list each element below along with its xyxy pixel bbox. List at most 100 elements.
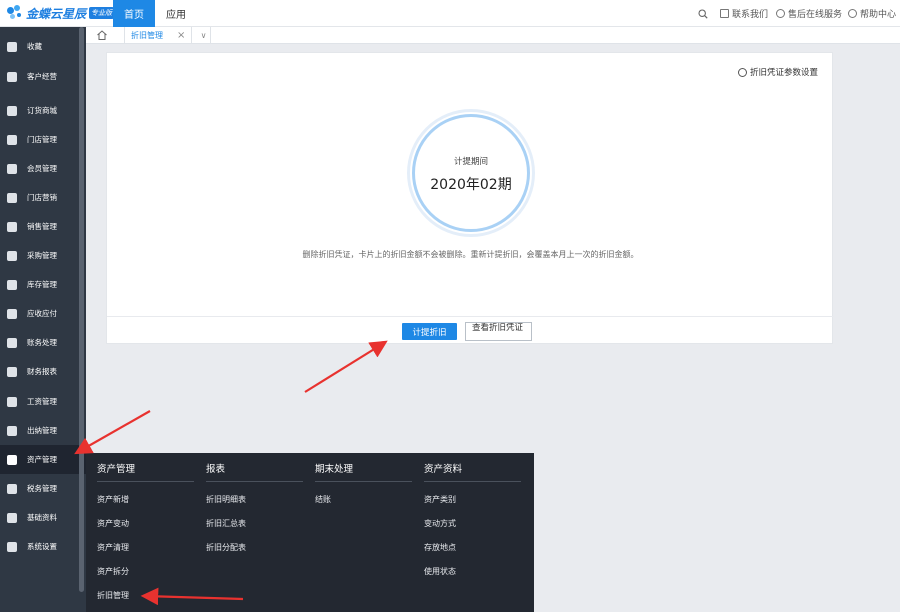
flyout-divider xyxy=(315,481,412,482)
box-icon xyxy=(7,279,17,290)
diamond-icon xyxy=(7,163,17,174)
gear-icon xyxy=(7,541,17,552)
sidebar-item-label: 采购管理 xyxy=(27,251,57,260)
sidebar-item-3[interactable]: 订货商城 xyxy=(0,96,79,125)
shop-icon xyxy=(7,105,17,116)
sidebar-item-10[interactable]: 应收应付 xyxy=(0,299,79,328)
flyout-menu-item[interactable]: 折旧分配表 xyxy=(206,542,246,553)
sidebar-item-1[interactable]: 收藏 xyxy=(0,32,79,61)
sidebar-item-17[interactable]: 基础资料 xyxy=(0,503,79,532)
asset-flyout-menu: 资产管理 资产新增 资产变动 资产清理 资产拆分 折旧管理 报表 折旧明细表 折旧汇总表 折旧分配… xyxy=(86,453,534,612)
sidebar-item-15[interactable]: 资产管理 xyxy=(0,445,86,474)
sidebar-item-label: 系统设置 xyxy=(27,542,57,551)
contact-label: 联系我们 xyxy=(732,10,769,20)
nav-app[interactable]: 应用 xyxy=(158,0,194,27)
tab-depreciation[interactable]: 折旧管理 × xyxy=(124,27,192,44)
message-icon xyxy=(720,9,729,18)
sidebar-item-8[interactable]: 采购管理 xyxy=(0,241,79,270)
sidebar-item-label: 订货商城 xyxy=(27,106,57,115)
sidebar-item-13[interactable]: 工资管理 xyxy=(0,387,79,416)
store-icon xyxy=(7,134,17,145)
flyout-menu-item[interactable]: 资产新增 xyxy=(97,494,129,505)
sidebar-item-6[interactable]: 门店营销 xyxy=(0,183,79,212)
sidebar-item-5[interactable]: 会员管理 xyxy=(0,154,79,183)
help-link[interactable]: 帮助中心 xyxy=(848,0,896,27)
flyout-column-header: 资产管理 xyxy=(97,464,136,475)
flyout-column-header: 期末处理 xyxy=(315,464,354,475)
sidebar-item-2[interactable]: 客户经营 xyxy=(0,62,79,91)
flyout-menu-item[interactable]: 使用状态 xyxy=(424,566,456,577)
cashier-icon xyxy=(7,425,17,436)
flyout-menu-item[interactable]: 资产类别 xyxy=(424,494,456,505)
flyout-menu-item[interactable]: 结账 xyxy=(315,494,331,505)
asset-icon xyxy=(7,454,17,465)
star-icon xyxy=(7,41,17,52)
sidebar-item-label: 账务处理 xyxy=(27,338,57,347)
sidebar-item-label: 库存管理 xyxy=(27,280,57,289)
sidebar-item-4[interactable]: 门店管理 xyxy=(0,125,79,154)
voucher-params-link[interactable]: 折旧凭证参数设置 xyxy=(737,66,818,78)
service-link[interactable]: 售后在线服务 xyxy=(776,0,842,27)
flyout-divider xyxy=(97,481,194,482)
sidebar-item-label: 门店营销 xyxy=(27,193,57,202)
sidebar-item-label: 税务管理 xyxy=(27,484,57,493)
ledger-icon xyxy=(7,337,17,348)
period-value: 2020年02期 xyxy=(430,177,512,193)
period-ring xyxy=(412,114,530,232)
calculate-depreciation-button[interactable]: 计提折旧 xyxy=(402,323,457,340)
flyout-menu-item[interactable]: 资产拆分 xyxy=(97,566,129,577)
flyout-divider xyxy=(206,481,303,482)
logo-text: 金蝶云星辰 xyxy=(26,6,87,21)
flyout-menu-item[interactable]: 变动方式 xyxy=(424,518,456,529)
flyout-menu-item[interactable]: 资产清理 xyxy=(97,542,129,553)
sidebar-item-label: 客户经营 xyxy=(27,72,57,81)
arrow-to-asset-menu xyxy=(74,410,151,455)
report-icon xyxy=(7,366,17,377)
sidebar-item-label: 收藏 xyxy=(27,42,42,51)
salary-icon xyxy=(7,396,17,407)
chevron-down-icon[interactable]: ∨ xyxy=(197,27,211,44)
period-label: 计提期间 xyxy=(453,157,488,167)
bar-chart-icon xyxy=(7,221,17,232)
sidebar-item-18[interactable]: 系统设置 xyxy=(0,532,79,561)
sidebar-item-16[interactable]: 税务管理 xyxy=(0,474,79,503)
gear-icon xyxy=(737,67,747,77)
flyout-menu-item[interactable]: 折旧汇总表 xyxy=(206,518,246,529)
contact-link[interactable]: 联系我们 xyxy=(720,0,768,27)
sidebar-item-label: 出纳管理 xyxy=(27,426,57,435)
butterfly-logo-icon xyxy=(6,4,24,22)
tax-icon xyxy=(7,483,17,494)
service-label: 售后在线服务 xyxy=(788,10,843,20)
sidebar-scrollbar[interactable] xyxy=(79,27,84,592)
flyout-menu-item[interactable]: 存放地点 xyxy=(424,542,456,553)
flyout-menu-item[interactable]: 折旧管理 xyxy=(97,590,129,601)
sidebar-item-14[interactable]: 出纳管理 xyxy=(0,416,79,445)
tab-bar: 折旧管理 × ∨ xyxy=(86,27,900,44)
sidebar-item-label: 基础资料 xyxy=(27,513,57,522)
tag-icon xyxy=(7,192,17,203)
help-label: 帮助中心 xyxy=(860,10,897,20)
view-voucher-button[interactable]: 查看折旧凭证 xyxy=(465,322,532,341)
nav-home[interactable]: 首页 xyxy=(113,0,155,27)
flyout-menu-item[interactable]: 资产变动 xyxy=(97,518,129,529)
sidebar-item-label: 财务报表 xyxy=(27,367,57,376)
edition-badge: 专业版 xyxy=(89,7,115,19)
flyout-divider xyxy=(424,481,521,482)
sidebar-item-label: 资产管理 xyxy=(27,455,57,464)
tab-label: 折旧管理 xyxy=(131,31,163,40)
help-icon xyxy=(848,9,857,18)
close-icon[interactable]: × xyxy=(177,30,185,41)
search-button[interactable] xyxy=(698,0,708,27)
sidebar-item-9[interactable]: 库存管理 xyxy=(0,270,79,299)
divider xyxy=(107,316,834,317)
headset-icon xyxy=(776,9,785,18)
top-bar: 金蝶云星辰 专业版 首页 应用 联系我们 售后在线服务 帮助中心 xyxy=(0,0,900,27)
sidebar-item-7[interactable]: 销售管理 xyxy=(0,212,79,241)
sidebar-item-12[interactable]: 财务报表 xyxy=(0,357,79,386)
home-icon[interactable] xyxy=(96,29,108,41)
search-icon xyxy=(698,8,708,19)
sidebar-item-11[interactable]: 账务处理 xyxy=(0,328,79,357)
logo[interactable]: 金蝶云星辰 专业版 xyxy=(6,4,115,22)
flyout-menu-item[interactable]: 折旧明细表 xyxy=(206,494,246,505)
sidebar-item-label: 工资管理 xyxy=(27,397,57,406)
